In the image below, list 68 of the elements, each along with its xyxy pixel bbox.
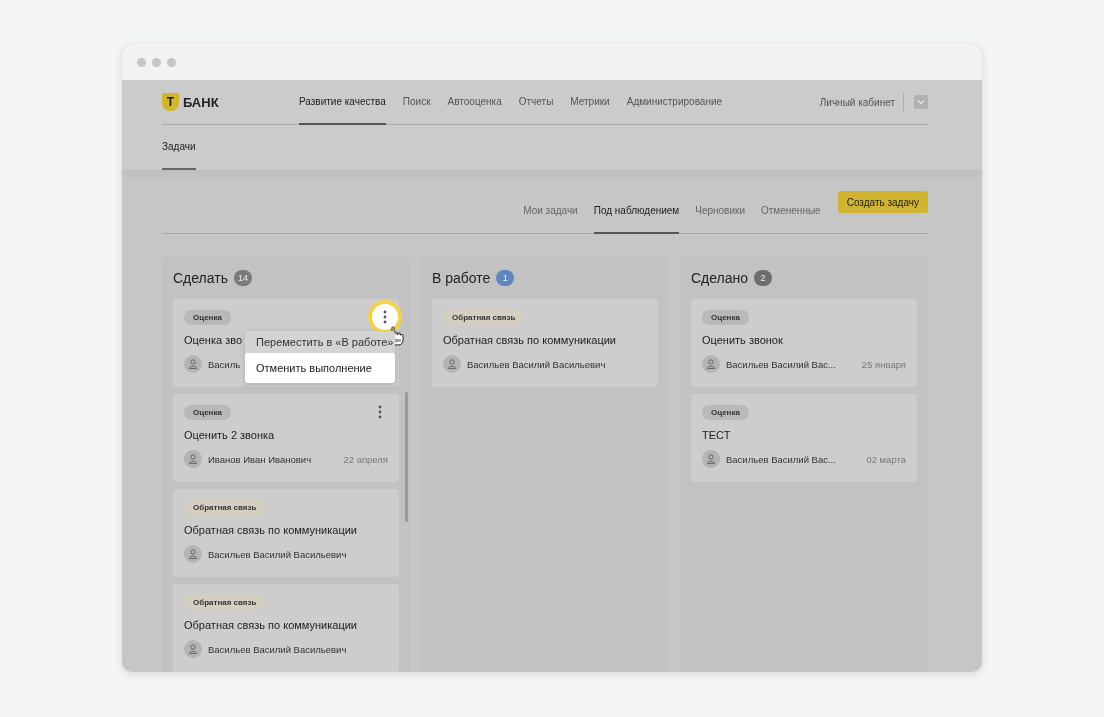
nav-tab[interactable]: Развитие качества xyxy=(299,80,386,125)
column-title: Сделано xyxy=(691,269,749,286)
tag-label: Оценка xyxy=(702,309,749,325)
subnav-tab[interactable]: Задачи xyxy=(162,125,196,170)
task-card[interactable]: Обратная связь Обратная связь по коммуникации Васильев Василий Васильевич xyxy=(432,299,658,387)
count-badge: 2 xyxy=(754,269,773,286)
task-title: Оценка зво xyxy=(184,334,243,346)
task-card[interactable]: Оценка ТЕСТ Васильев Василий Вас... 02 марта xyxy=(691,394,917,482)
window-dot[interactable] xyxy=(167,57,176,67)
filter-tab[interactable]: Черновики xyxy=(695,191,745,234)
dots-icon xyxy=(378,405,382,419)
task-title: Оценить звонок xyxy=(702,334,783,346)
task-card[interactable]: Оценка Оценить звонок Васильев Василий Вас... 25 января xyxy=(691,299,917,387)
dropdown-icon[interactable] xyxy=(914,95,928,109)
task-title: ТЕСТ xyxy=(702,429,731,441)
assignee-name: Васильев Василий Вас... xyxy=(726,358,836,370)
dots-icon xyxy=(383,310,387,324)
assignee-name: Василь xyxy=(208,358,241,370)
account-link[interactable]: Личный кабинет xyxy=(819,96,895,108)
assignee-name: Васильев Василий Васильевич xyxy=(208,548,347,560)
avatar-icon xyxy=(702,450,720,468)
avatar-icon xyxy=(184,355,202,373)
task-title: Оценить 2 звонка xyxy=(184,429,275,441)
window-dot[interactable] xyxy=(152,57,161,67)
nav-tab[interactable]: Отчеты xyxy=(518,80,554,125)
task-card[interactable]: Оценка Оценить 2 звонка Иванов Иван Иванович 22 апреля xyxy=(173,394,399,482)
nav-tab[interactable]: Администрирование xyxy=(626,80,723,125)
tag-label: Обратная связь xyxy=(443,309,525,325)
nav-tab[interactable]: Поиск xyxy=(402,80,431,125)
scrollbar[interactable] xyxy=(405,392,408,522)
task-title: Обратная связь по коммуникации xyxy=(184,619,357,631)
tag-label: Оценка xyxy=(184,404,231,420)
task-title: Обратная связь по коммуникации xyxy=(184,524,357,536)
assignee-name: Васильев Василий Васильевич xyxy=(208,643,347,655)
due-date: 02 марта xyxy=(866,453,906,465)
filter-tab[interactable]: Под наблюдением xyxy=(593,191,680,234)
due-date: 22 апреля xyxy=(343,453,388,465)
tag-label: Оценка xyxy=(702,404,749,420)
column-title: Сделать xyxy=(173,269,228,286)
assignee-name: Васильев Василий Васильевич xyxy=(467,358,606,370)
more-button[interactable] xyxy=(368,300,402,334)
task-card[interactable]: Обратная связь Обратная связь по коммуникации Васильев Василий Васильевич xyxy=(173,489,399,577)
avatar-icon xyxy=(702,355,720,373)
column-title: В работе xyxy=(432,269,491,286)
avatar-icon xyxy=(184,545,202,563)
tag-label: Обратная связь xyxy=(184,594,266,610)
count-badge: 1 xyxy=(496,269,515,286)
assignee-name: Иванов Иван Иванович xyxy=(208,453,312,465)
nav-tab[interactable]: Автооценка xyxy=(447,80,502,125)
menu-item[interactable]: Отменить выполнение xyxy=(245,353,395,383)
due-date: 25 января xyxy=(861,358,906,370)
avatar-icon xyxy=(443,355,461,373)
filter-tab[interactable]: Мои задачи xyxy=(523,191,578,234)
tag-label: Обратная связь xyxy=(184,499,266,515)
logo-text: БАНК xyxy=(183,94,219,110)
avatar-icon xyxy=(184,640,202,658)
task-title: Обратная связь по коммуникации xyxy=(443,334,616,346)
assignee-name: Васильев Василий Вас... xyxy=(726,453,836,465)
nav-tab[interactable]: Метрики xyxy=(570,80,610,125)
task-card[interactable]: Обратная связь Обратная связь по коммуникации Васильев Василий Васильевич xyxy=(173,584,399,672)
create-task-button[interactable]: Создать задачу xyxy=(837,191,928,213)
tag-label: Оценка xyxy=(184,309,231,325)
filter-tab[interactable]: Отмененные xyxy=(761,191,821,234)
avatar-icon xyxy=(184,450,202,468)
count-badge: 14 xyxy=(233,269,252,286)
menu-item[interactable]: Переместить в «В работе» xyxy=(245,331,395,353)
logo-shield: Т xyxy=(162,93,179,111)
window-dot[interactable] xyxy=(137,57,146,67)
